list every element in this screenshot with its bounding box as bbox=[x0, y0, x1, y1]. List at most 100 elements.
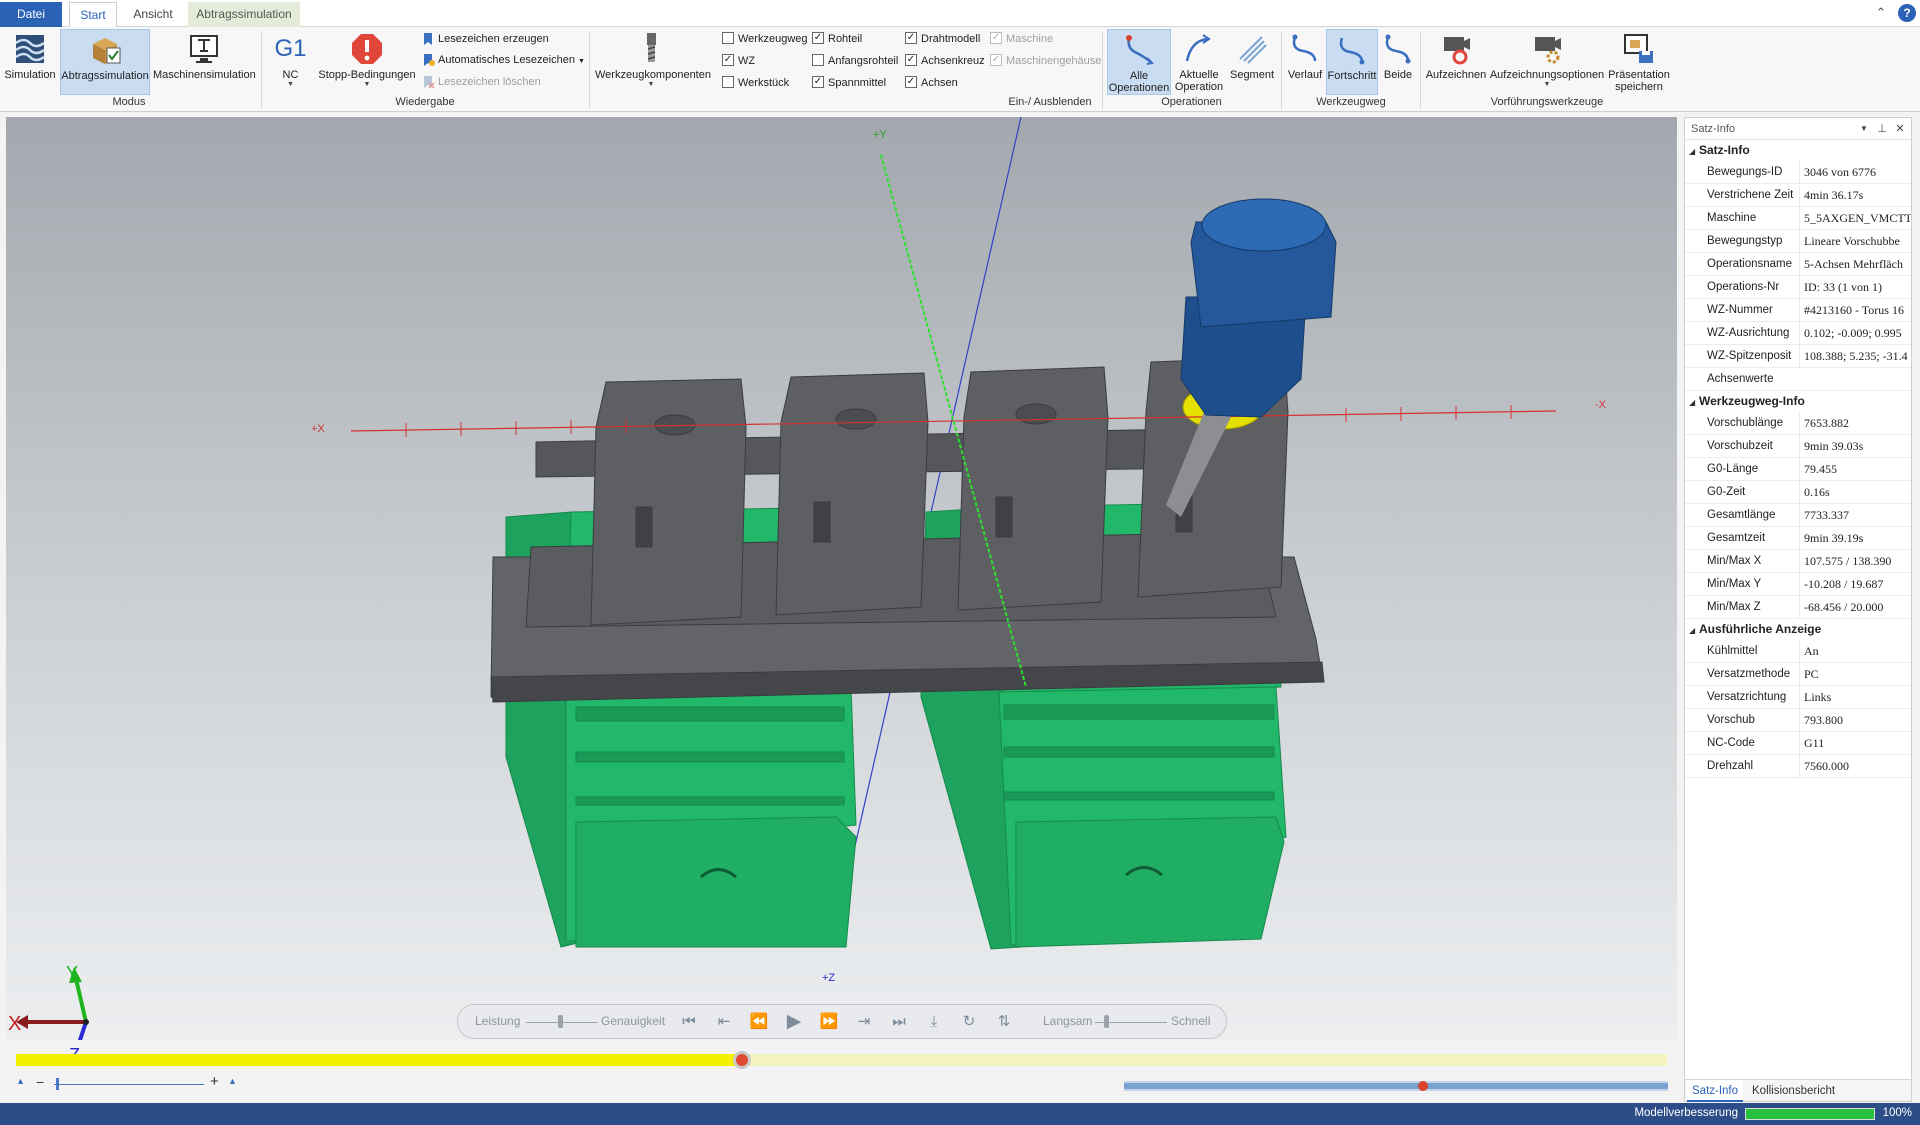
loop-icon[interactable]: ↻ bbox=[957, 1010, 981, 1034]
bounce-icon[interactable]: ⇅ bbox=[992, 1010, 1016, 1034]
visibility-checkbox-col3-1[interactable]: ✓ Achsenkreuz bbox=[905, 52, 985, 70]
zoom-slider-thumb[interactable] bbox=[56, 1078, 59, 1090]
checkbox-box[interactable]: ✓ bbox=[990, 32, 1002, 45]
visibility-checkbox-col3-0[interactable]: ✓ Drahtmodell bbox=[905, 30, 980, 48]
play-icon[interactable]: ▶ bbox=[782, 1010, 806, 1034]
secondary-progress-track[interactable] bbox=[1124, 1081, 1668, 1091]
zoom-plus-button[interactable]: + bbox=[210, 1073, 219, 1090]
property-row[interactable]: Min/Max Y -10.208 / 19.687 bbox=[1685, 573, 1911, 596]
zoom-slider-track[interactable] bbox=[54, 1084, 204, 1085]
secondary-progress-thumb[interactable] bbox=[1418, 1081, 1429, 1091]
checkbox-box[interactable]: ✓ bbox=[990, 54, 1002, 67]
collapse-ribbon-icon[interactable]: ⌃ bbox=[1872, 4, 1890, 22]
tab-collision-report[interactable]: Kollisionsbericht bbox=[1747, 1080, 1840, 1102]
save-presentation-button[interactable]: Präsentation speichern bbox=[1608, 29, 1670, 95]
jump-to-start-icon[interactable]: ⏮ bbox=[677, 1010, 701, 1034]
property-row[interactable]: Versatzrichtung Links bbox=[1685, 686, 1911, 709]
close-panel-icon[interactable]: ✕ bbox=[1893, 118, 1907, 140]
pin-icon[interactable]: ⊥ bbox=[1875, 118, 1889, 140]
property-row[interactable]: Min/Max Z -68.456 / 20.000 bbox=[1685, 596, 1911, 619]
checkbox-box[interactable] bbox=[812, 54, 824, 67]
rewind-icon[interactable]: ⏪ bbox=[747, 1010, 771, 1034]
auto-bookmark-button[interactable]: Automatisches Lesezeichen ▼ bbox=[421, 51, 585, 69]
property-row[interactable]: Operations-Nr ID: 33 (1 von 1) bbox=[1685, 276, 1911, 299]
material-removal-button[interactable]: Abtragssimulation bbox=[60, 29, 150, 95]
checkbox-box[interactable]: ✓ bbox=[905, 76, 917, 89]
checkbox-box[interactable] bbox=[722, 76, 734, 89]
property-row[interactable]: Vorschublänge 7653.882 bbox=[1685, 412, 1911, 435]
checkbox-box[interactable]: ✓ bbox=[812, 76, 824, 89]
checkbox-box[interactable] bbox=[722, 32, 734, 45]
visibility-checkbox-col1-2[interactable]: Werkstück bbox=[722, 74, 789, 92]
visibility-checkbox-col3-2[interactable]: ✓ Achsen bbox=[905, 74, 958, 92]
zoom-minus-button[interactable]: − bbox=[36, 1074, 44, 1090]
tab-start[interactable]: Start bbox=[69, 2, 117, 28]
collapse-triangle-icon[interactable]: ◢ bbox=[1689, 141, 1699, 162]
help-icon[interactable]: ? bbox=[1898, 4, 1916, 22]
visibility-checkbox-col2-0[interactable]: ✓ Rohteil bbox=[812, 30, 862, 48]
property-section-header[interactable]: ◢ Ausführliche Anzeige bbox=[1685, 619, 1911, 640]
nc-button[interactable]: G1 NC ▼ bbox=[268, 29, 313, 95]
property-row[interactable]: Gesamtlänge 7733.337 bbox=[1685, 504, 1911, 527]
visibility-checkbox-col2-2[interactable]: ✓ Spannmittel bbox=[812, 74, 886, 92]
all-operations-button[interactable]: Alle Operationen bbox=[1107, 29, 1171, 95]
current-operation-button[interactable]: Aktuelle Operation bbox=[1173, 29, 1225, 95]
property-row[interactable]: Bewegungs-ID 3046 von 6776 bbox=[1685, 161, 1911, 184]
visibility-checkbox-col4-1[interactable]: ✓ Maschinengehäuse bbox=[990, 52, 1101, 70]
tool-components-button[interactable]: Werkzeugkomponenten ▼ bbox=[595, 29, 711, 95]
history-button[interactable]: Verlauf bbox=[1285, 29, 1325, 95]
property-row[interactable]: G0-Länge 79.455 bbox=[1685, 458, 1911, 481]
tab-block-info[interactable]: Satz-Info bbox=[1687, 1080, 1744, 1102]
property-row[interactable]: Gesamtzeit 9min 39.19s bbox=[1685, 527, 1911, 550]
property-row[interactable]: Verstrichene Zeit 4min 36.17s bbox=[1685, 184, 1911, 207]
speed-slider-thumb[interactable] bbox=[1103, 1015, 1109, 1028]
delete-bookmark-button[interactable]: Lesezeichen löschen bbox=[421, 73, 541, 91]
both-button[interactable]: Beide bbox=[1380, 29, 1416, 95]
property-row[interactable]: Versatzmethode PC bbox=[1685, 663, 1911, 686]
checkbox-box[interactable]: ✓ bbox=[905, 32, 917, 45]
segment-button[interactable]: Segment bbox=[1227, 29, 1277, 95]
property-row[interactable]: WZ-Ausrichtung 0.102; -0.009; 0.995 bbox=[1685, 322, 1911, 345]
tab-material-removal-simulation[interactable]: Abtragssimulation bbox=[188, 2, 300, 27]
collapse-triangle-icon[interactable]: ◢ bbox=[1689, 620, 1699, 641]
auto-bookmark-dropdown-icon[interactable]: ▼ bbox=[578, 58, 585, 65]
stop-conditions-button[interactable]: Stopp-Bedingungen ▼ bbox=[317, 29, 417, 95]
3d-viewport[interactable]: +X -X +Y +Z X Y Z bbox=[6, 117, 1677, 1065]
visibility-checkbox-col4-0[interactable]: ✓ Maschine bbox=[990, 30, 1053, 48]
property-row[interactable]: Kühlmittel An bbox=[1685, 640, 1911, 663]
step-back-icon[interactable]: ⇤ bbox=[712, 1010, 736, 1034]
property-row[interactable]: Bewegungstyp Lineare Vorschubbe bbox=[1685, 230, 1911, 253]
machine-simulation-button[interactable]: Maschinensimulation bbox=[153, 29, 256, 95]
quality-slider-thumb[interactable] bbox=[558, 1015, 564, 1028]
checkbox-box[interactable]: ✓ bbox=[905, 54, 917, 67]
visibility-checkbox-col1-0[interactable]: Werkzeugweg bbox=[722, 30, 808, 48]
record-button[interactable]: Aufzeichnen bbox=[1425, 29, 1487, 95]
simulation-progress-bar[interactable] bbox=[16, 1051, 1667, 1069]
property-row[interactable]: Achsenwerte bbox=[1685, 368, 1911, 391]
property-row[interactable]: Maschine 5_5AXGEN_VMCTTA bbox=[1685, 207, 1911, 230]
collapse-triangle-icon[interactable]: ◢ bbox=[1689, 392, 1699, 413]
progress-path-button[interactable]: Fortschritt bbox=[1326, 29, 1378, 95]
checkbox-box[interactable]: ✓ bbox=[812, 32, 824, 45]
tab-view[interactable]: Ansicht bbox=[124, 2, 182, 27]
property-row[interactable]: Vorschubzeit 9min 39.03s bbox=[1685, 435, 1911, 458]
property-row[interactable]: G0-Zeit 0.16s bbox=[1685, 481, 1911, 504]
property-row[interactable]: Min/Max X 107.575 / 138.390 bbox=[1685, 550, 1911, 573]
zoom-out-small-icon[interactable]: ▴ bbox=[18, 1076, 23, 1087]
property-row[interactable]: Drehzahl 7560.000 bbox=[1685, 755, 1911, 778]
create-bookmark-button[interactable]: Lesezeichen erzeugen bbox=[421, 30, 549, 48]
property-section-header[interactable]: ◢ Satz-Info bbox=[1685, 140, 1911, 161]
panel-menu-icon[interactable]: ▼ bbox=[1857, 118, 1871, 140]
step-into-icon[interactable]: ⤓ bbox=[922, 1010, 946, 1034]
property-row[interactable]: WZ-Nummer #4213160 - Torus 16 bbox=[1685, 299, 1911, 322]
visibility-checkbox-col2-1[interactable]: Anfangsrohteil bbox=[812, 52, 898, 70]
property-row[interactable]: Vorschub 793.800 bbox=[1685, 709, 1911, 732]
tab-file[interactable]: Datei bbox=[0, 2, 62, 27]
record-options-button[interactable]: Aufzeichnungsoptionen ▼ bbox=[1489, 29, 1605, 95]
jump-to-end-icon[interactable]: ⏭ bbox=[887, 1010, 911, 1034]
visibility-checkbox-col1-1[interactable]: ✓ WZ bbox=[722, 52, 755, 70]
simulation-button[interactable]: Simulation bbox=[3, 29, 57, 95]
step-forward-icon[interactable]: ⇥ bbox=[852, 1010, 876, 1034]
property-row[interactable]: Operationsname 5-Achsen Mehrfläch bbox=[1685, 253, 1911, 276]
property-row[interactable]: WZ-Spitzenposit 108.388; 5.235; -31.4 bbox=[1685, 345, 1911, 368]
